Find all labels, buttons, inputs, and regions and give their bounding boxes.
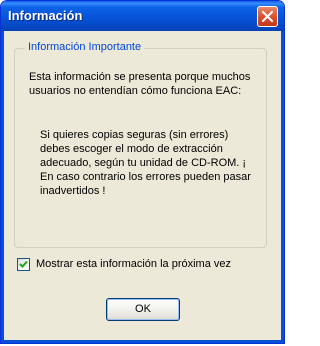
window-border-right: [281, 31, 284, 343]
show-next-time-label[interactable]: Mostrar esta información la próxima vez: [36, 258, 231, 271]
groupbox-legend: Información Importante: [25, 41, 145, 53]
close-button[interactable]: [257, 6, 278, 27]
window-title: Información: [8, 8, 83, 23]
intro-text: Esta información se presenta porque much…: [29, 71, 251, 97]
title-bar[interactable]: Información: [1, 1, 284, 31]
checkmark-icon: [19, 260, 28, 268]
show-next-time-checkbox[interactable]: [17, 258, 30, 271]
window-border-left: [1, 31, 4, 343]
detail-text: Si quieres copias seguras (sin errores) …: [40, 129, 251, 197]
window-border-bottom: [1, 340, 284, 343]
close-icon: [262, 11, 273, 22]
ok-button[interactable]: OK: [106, 298, 180, 321]
